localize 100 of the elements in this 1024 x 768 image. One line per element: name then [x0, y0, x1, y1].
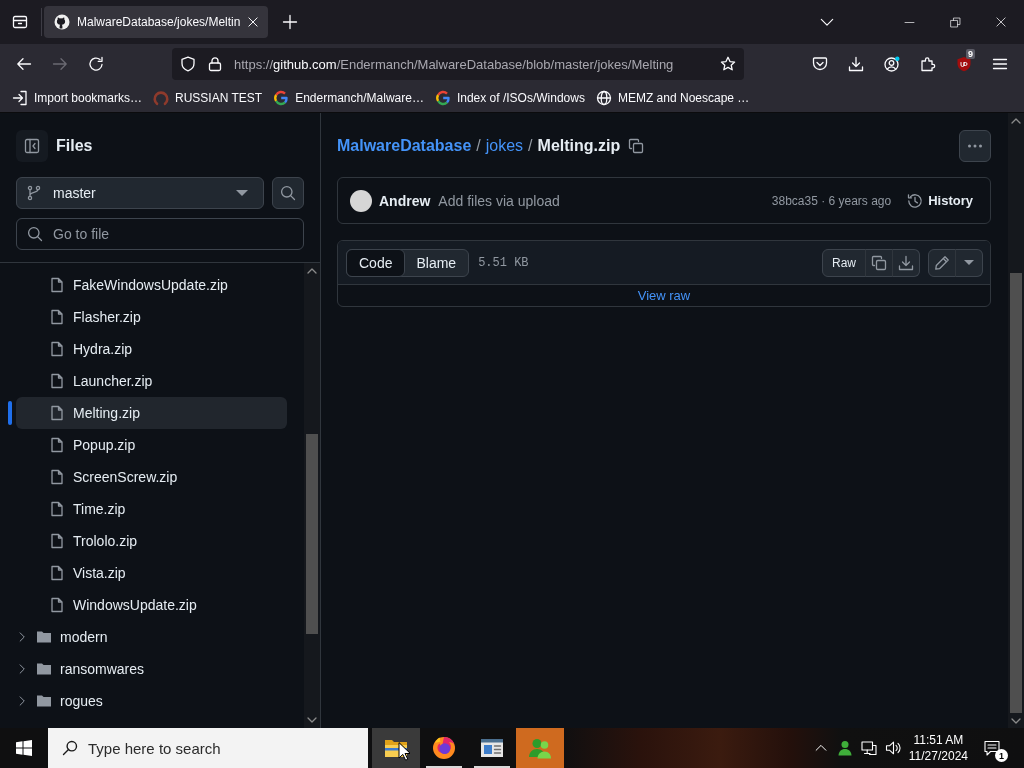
pouch-icon[interactable] [812, 56, 828, 72]
shield-icon[interactable] [180, 56, 196, 72]
file-tree-item[interactable]: Vista.zip [8, 557, 287, 589]
url-text: https://github.com/Endermanch/MalwareDatabase/blob/master/jokes/Melting [234, 56, 675, 72]
tab-list-icon[interactable] [12, 14, 28, 30]
commit-author[interactable]: Andrew [379, 192, 431, 209]
scroll-up-icon [1011, 118, 1021, 124]
history-button[interactable]: History [907, 192, 973, 209]
breadcrumb-link[interactable]: jokes [485, 137, 524, 155]
g-logo-icon [273, 90, 290, 106]
sidebar-panel-icon [24, 138, 40, 154]
download-button[interactable] [892, 248, 920, 277]
collapse-sidebar-button[interactable] [16, 130, 48, 162]
notifications-button[interactable]: 1 [972, 728, 1012, 768]
reload-icon[interactable] [88, 56, 104, 72]
file-icon [49, 565, 65, 581]
scrollbar-thumb[interactable] [306, 434, 318, 634]
file-icon [49, 373, 65, 389]
browser-tab[interactable]: MalwareDatabase/jokes/Meltin [44, 6, 268, 38]
scroll-down-icon [1011, 718, 1021, 724]
puzzle-icon[interactable] [920, 56, 936, 72]
current-file-name: Melting.zip [537, 137, 621, 155]
bookmark[interactable]: Import bookmarks… [8, 86, 147, 110]
commit-message[interactable]: Add files via upload [438, 192, 560, 209]
back-icon[interactable] [16, 56, 32, 72]
file-tree-item[interactable]: Time.zip [8, 493, 287, 525]
commit-sha-age[interactable]: 38bca35 · 6 years ago [771, 193, 892, 208]
network-icon[interactable] [860, 740, 877, 756]
file-tree-item[interactable]: FakeWindowsUpdate.zip [8, 269, 287, 301]
address-bar[interactable]: https://github.com/Endermanch/MalwareDatabase/blob/master/jokes/Melting [172, 48, 744, 80]
file-tree-item[interactable]: Flasher.zip [8, 301, 287, 333]
file-tree-item[interactable]: Popup.zip [8, 429, 287, 461]
file-icon [49, 341, 65, 357]
app-window-icon [480, 736, 504, 760]
bookmark[interactable]: Endermanch/Malware… [269, 86, 428, 110]
history-icon [907, 192, 924, 209]
account-icon[interactable] [884, 56, 900, 72]
go-to-file-field[interactable]: Go to file [16, 218, 304, 250]
close-icon[interactable] [247, 16, 260, 28]
download-icon [898, 254, 914, 271]
page-scrollbar[interactable] [1008, 113, 1024, 728]
view-tab[interactable]: Code [346, 248, 406, 277]
close-icon[interactable] [995, 16, 1007, 28]
view-tab[interactable]: Blame [403, 248, 470, 277]
bookmark[interactable]: Index of /ISOs/Windows [430, 86, 589, 110]
file-tree-item[interactable]: ScreenScrew.zip [8, 461, 287, 493]
files-heading: Files [56, 137, 93, 155]
menu-icon[interactable] [992, 56, 1008, 72]
caret-down-icon [964, 260, 974, 265]
clock-button[interactable]: 11:51 AM 11/27/2024 [904, 728, 972, 768]
scroll-down-icon [307, 717, 317, 723]
volume-icon[interactable] [884, 740, 901, 756]
person-icon[interactable] [836, 740, 853, 756]
shield-icon[interactable] [956, 56, 972, 72]
search-button[interactable] [272, 177, 304, 209]
new-tab-icon[interactable] [282, 14, 298, 30]
file-icon [49, 469, 65, 485]
raw-button[interactable]: Raw [822, 248, 866, 277]
notification-icon [984, 740, 1000, 756]
pencil-icon [934, 254, 950, 271]
lock-icon[interactable] [207, 56, 223, 72]
folder-tree-item[interactable]: rogues [8, 685, 287, 717]
copy-button[interactable] [865, 248, 893, 277]
breadcrumb-repo-link[interactable]: MalwareDatabase [337, 137, 472, 155]
file-icon [49, 597, 65, 613]
file-tree-item[interactable]: Melting.zip [8, 397, 287, 429]
chevron-up-icon[interactable] [814, 742, 827, 754]
file-icon [49, 309, 65, 325]
file-tree-item[interactable]: WindowsUpdate.zip [8, 589, 287, 621]
edit-button[interactable] [928, 248, 956, 277]
view-raw-link[interactable]: View raw [637, 288, 691, 303]
scrollbar[interactable] [304, 263, 320, 728]
folder-tree-item[interactable]: ransomwares [8, 653, 287, 685]
copy-icon[interactable] [628, 138, 645, 154]
taskbar-app-button[interactable] [372, 728, 420, 768]
download-icon[interactable] [848, 56, 864, 72]
windows-logo-icon [16, 740, 32, 756]
edit-menu-button[interactable] [955, 248, 983, 277]
file-tree-item[interactable]: Launcher.zip [8, 365, 287, 397]
restore-icon[interactable] [949, 16, 961, 28]
bookmark[interactable]: MEMZ and Noescape … [591, 86, 754, 110]
folder-icon [36, 661, 52, 677]
file-tree-item[interactable]: Trololo.zip [8, 525, 287, 557]
favicon-icon [54, 14, 70, 30]
file-tree-item[interactable]: Hydra.zip [8, 333, 287, 365]
star-icon[interactable] [720, 56, 736, 72]
scrollbar-thumb[interactable] [1010, 273, 1022, 713]
branch-select[interactable]: master [16, 177, 264, 209]
file-size: 5.51 KB [478, 255, 529, 270]
people-icon [528, 736, 552, 760]
breadcrumb-separator: / [476, 137, 481, 155]
taskbar-search-field[interactable]: Type here to search [48, 728, 368, 768]
bookmark[interactable]: RUSSIAN TEST [149, 86, 267, 110]
scroll-up-icon [307, 268, 317, 274]
folder-tree-item[interactable]: modern [8, 621, 287, 653]
import-icon [12, 90, 28, 106]
globe-icon [595, 90, 612, 106]
more-options-button[interactable] [959, 130, 991, 162]
more-icon [967, 143, 983, 149]
avatar [350, 189, 372, 212]
